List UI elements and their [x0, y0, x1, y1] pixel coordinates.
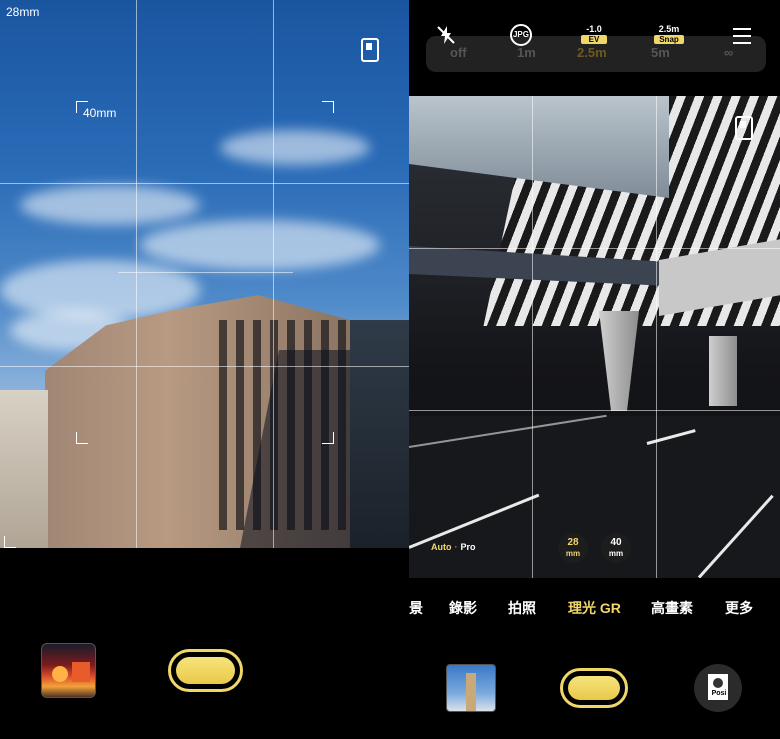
ev-badge: EV: [581, 35, 607, 44]
aspect-ratio-icon[interactable]: [361, 38, 379, 62]
lens-40mm-button[interactable]: 40 mm: [601, 533, 631, 563]
mode-item-partial[interactable]: 景: [409, 598, 423, 618]
snap-option-infinity[interactable]: ∞: [724, 45, 733, 60]
auto-pro-toggle[interactable]: Auto · Pro: [431, 542, 476, 552]
posi-icon: Posi: [708, 674, 728, 700]
lens-unit: mm: [565, 549, 581, 558]
left-camera-panel: 28mm 40mm: [0, 0, 409, 739]
frame-line-40mm: [118, 272, 293, 273]
frame-corner: [322, 432, 334, 444]
shutter-button[interactable]: [560, 668, 628, 708]
flash-off-icon[interactable]: [435, 24, 457, 46]
thumbnail-figure: [72, 662, 90, 682]
gallery-thumbnail[interactable]: [41, 643, 96, 698]
lens-unit: mm: [608, 549, 624, 558]
menu-icon[interactable]: [733, 28, 751, 49]
frame-corner: [76, 432, 88, 444]
image-format-button[interactable]: JPG: [510, 24, 532, 46]
mode-item-video[interactable]: 錄影: [449, 598, 477, 618]
mode-item-ricoh-gr[interactable]: 理光 GR: [568, 598, 621, 618]
cloud: [20, 185, 200, 225]
right-camera-panel: off 1m 2.5m 5m ∞ JPG -1.0 EV 2.5m Snap A…: [409, 0, 780, 739]
grid-line-horizontal: [0, 366, 409, 367]
snap-option-1m[interactable]: 1m: [517, 45, 536, 60]
viewfinder-left[interactable]: 28mm 40mm: [0, 0, 409, 548]
thumbnail-tower: [466, 673, 476, 711]
shutter-button[interactable]: [168, 649, 243, 692]
grid-line-horizontal: [409, 248, 780, 249]
lens-value: 40: [610, 537, 622, 548]
pro-mode-label: Pro: [460, 542, 476, 552]
lens-28mm-button[interactable]: 28 mm: [558, 533, 588, 563]
pillar: [599, 311, 639, 411]
aspect-ratio-icon[interactable]: [735, 116, 753, 140]
frame-label-40mm: 40mm: [83, 106, 117, 120]
snap-focus-button[interactable]: 2.5m Snap: [654, 24, 684, 44]
grid-line-vertical: [273, 0, 274, 548]
posi-button[interactable]: Posi: [694, 664, 742, 712]
mode-item-more[interactable]: 更多: [725, 598, 753, 618]
grid-line-horizontal: [409, 410, 780, 411]
grid-line-horizontal: [0, 183, 409, 184]
cloud: [220, 130, 370, 165]
snap-option-5m[interactable]: 5m: [651, 45, 670, 60]
focal-length-readout: 28mm: [6, 5, 40, 19]
mode-item-high-res[interactable]: 高畫素: [651, 598, 693, 618]
viewfinder-right[interactable]: [409, 96, 780, 578]
grid-line-vertical: [136, 0, 137, 548]
posi-label: Posi: [711, 690, 727, 697]
grid-line-vertical: [532, 96, 533, 578]
top-settings-bar: off 1m 2.5m 5m ∞ JPG -1.0 EV 2.5m Snap: [409, 0, 780, 96]
auto-mode-label: Auto: [431, 542, 452, 552]
gallery-thumbnail[interactable]: [446, 664, 496, 712]
frame-corner: [4, 536, 16, 548]
pillar: [709, 336, 737, 406]
road-surface: [409, 416, 780, 578]
mode-item-photo[interactable]: 拍照: [508, 598, 536, 618]
snap-value: 2.5m: [658, 24, 680, 34]
frame-corner: [322, 101, 334, 113]
ev-value: -1.0: [586, 24, 602, 34]
exposure-compensation-button[interactable]: -1.0 EV: [581, 24, 607, 44]
building-left: [0, 390, 48, 548]
thumbnail-figure: [52, 666, 68, 682]
snap-option-off[interactable]: off: [450, 45, 467, 60]
building-right: [350, 320, 409, 548]
grid-line-vertical: [656, 96, 657, 578]
snap-option-2-5m[interactable]: 2.5m: [577, 45, 607, 60]
snap-badge: Snap: [654, 35, 684, 44]
camera-mode-selector: 景 錄影 拍照 理光 GR 高畫素 更多: [409, 598, 780, 620]
lens-value: 28: [567, 537, 579, 548]
cloud: [140, 220, 380, 270]
